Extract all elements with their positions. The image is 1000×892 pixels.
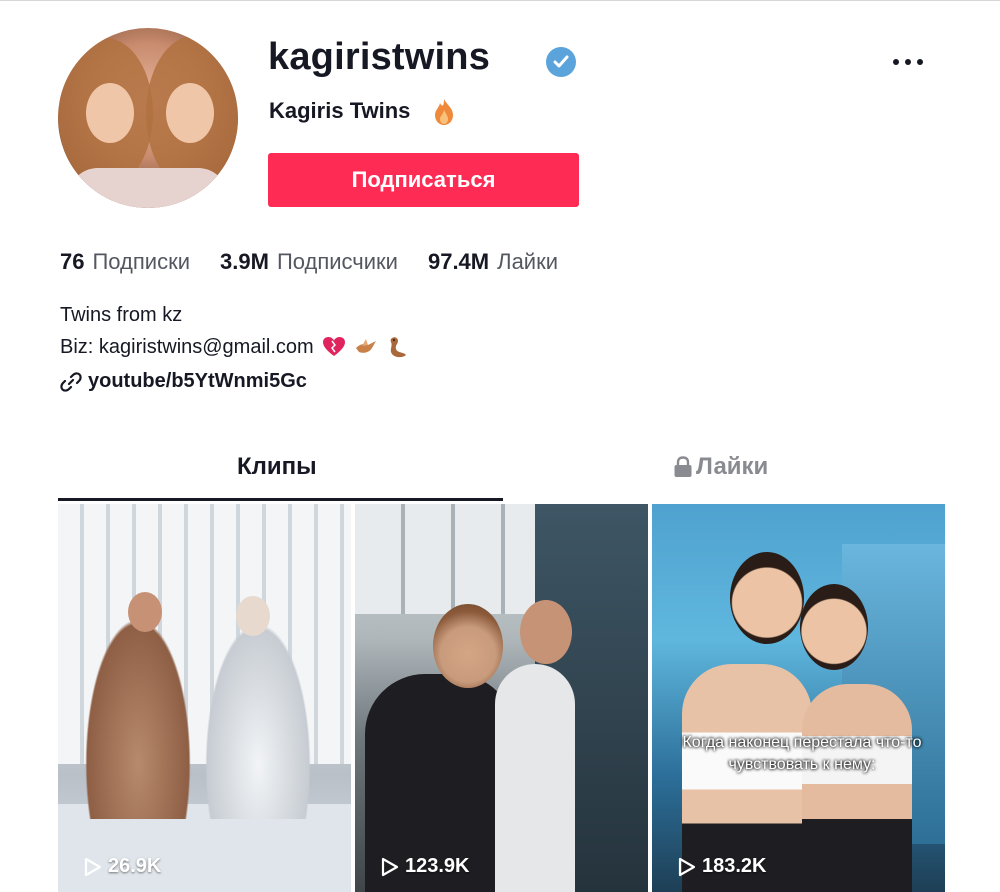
nickname: Kagiris Twins — [269, 98, 411, 123]
bird-emoji-icon — [355, 339, 376, 353]
tab-likes[interactable]: Лайки — [673, 453, 768, 481]
dancer-left-head — [128, 592, 162, 632]
person-left-head — [730, 552, 804, 644]
person-right — [495, 664, 575, 892]
play-icon — [381, 857, 399, 876]
tab-clips[interactable]: Клипы — [237, 453, 317, 481]
profile-stats: 76 Подписки 3.9M Подписчики 97.4M Лайки — [60, 249, 558, 275]
stat-followers-value: 3.9M — [220, 249, 269, 274]
play-icon — [678, 857, 696, 876]
person-right-head — [800, 584, 868, 670]
username: kagiristwins — [268, 36, 491, 78]
stat-following-value: 76 — [60, 249, 85, 274]
top-divider — [0, 0, 1000, 1]
view-count-value: 123.9K — [405, 855, 470, 877]
video-card[interactable]: 26.9K — [58, 504, 351, 892]
avatar[interactable] — [58, 28, 238, 208]
link-icon — [60, 371, 82, 392]
stat-following[interactable]: 76 Подписки — [60, 249, 190, 275]
video-caption: Когда наконец перестала что-то чувствова… — [682, 734, 922, 773]
stat-followers-label: Подписчики — [276, 249, 398, 274]
more-options-icon[interactable] — [893, 56, 929, 68]
lock-icon — [674, 456, 692, 477]
bio-link[interactable]: youtube/b5YtWnmi5Gc — [60, 370, 307, 393]
avatar-shirt — [68, 168, 228, 208]
person-left-head — [433, 604, 503, 688]
stat-followers[interactable]: 3.9M Подписчики — [220, 249, 398, 275]
view-count: 26.9K — [84, 855, 161, 878]
bio-line-2-row: Biz: kagiristwins@gmail.com — [60, 331, 410, 363]
dancer-left — [78, 599, 198, 819]
avatar-face-left — [86, 83, 134, 143]
stat-likes: 97.4M Лайки — [428, 249, 558, 275]
flame-icon — [435, 99, 453, 125]
view-count: 183.2K — [678, 855, 767, 878]
stat-likes-value: 97.4M — [427, 249, 490, 274]
person-right-head — [520, 600, 572, 664]
follow-button[interactable]: Подписаться — [268, 153, 579, 207]
heart-emoji-icon — [322, 337, 345, 356]
verified-badge-icon — [546, 47, 576, 77]
bio-link-text: youtube/b5YtWnmi5Gc — [88, 370, 307, 392]
bio-line-2: Biz: kagiristwins@gmail.com — [60, 336, 314, 358]
dancer-right-head — [236, 596, 270, 636]
play-icon — [84, 857, 102, 876]
video-card[interactable]: Когда наконец перестала что-то чувствова… — [652, 504, 945, 892]
view-count-value: 26.9K — [108, 855, 162, 877]
person-right — [802, 684, 912, 892]
stat-following-label: Подписки — [92, 249, 191, 274]
bio: Twins from kz Biz: kagiristwins@gmail.co… — [60, 299, 410, 363]
stat-likes-label: Лайки — [497, 249, 559, 274]
tab-active-indicator — [58, 498, 503, 501]
view-count-value: 183.2K — [702, 855, 767, 877]
otter-emoji-icon — [390, 337, 406, 358]
tab-likes-label: Лайки — [696, 453, 769, 480]
video-card[interactable]: 123.9K — [355, 504, 648, 892]
view-count: 123.9K — [381, 855, 470, 878]
video-grid: 26.9K 123.9K Когда наконец перестала что… — [58, 504, 945, 892]
avatar-face-right — [166, 83, 214, 143]
dancer-right — [198, 604, 318, 819]
bio-line-1: Twins from kz — [60, 304, 183, 326]
